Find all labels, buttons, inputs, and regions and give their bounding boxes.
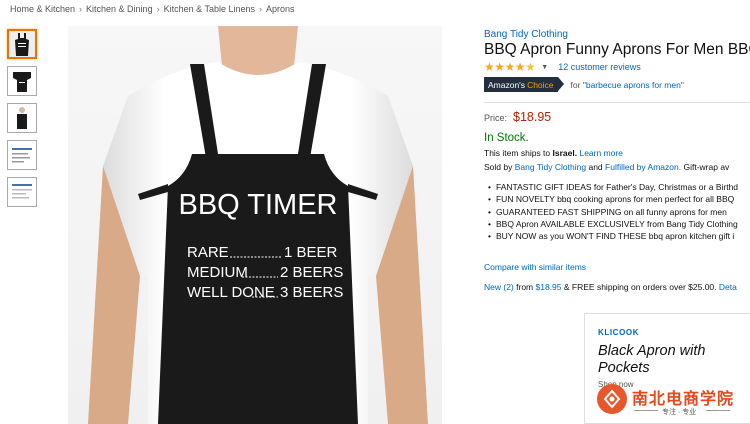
sold-by-text: Sold by Bang Tidy Clothing and Fulfilled… — [484, 162, 729, 172]
thumb-apron-model[interactable] — [7, 103, 37, 133]
ad-brand: KLICOOK — [598, 328, 640, 337]
apron-thumbnail-icon — [9, 179, 35, 205]
brand-link[interactable]: Bang Tidy Clothing — [484, 29, 568, 40]
apron-thumbnail-icon — [9, 31, 35, 57]
breadcrumb-separator: › — [258, 4, 262, 14]
ships-prefix: This item ships to — [484, 148, 551, 158]
offers-shipping: & FREE shipping on orders over $25.00. — [563, 282, 717, 292]
fulfilled-by-amazon-link[interactable]: Fulfilled by Amazon. — [605, 162, 681, 172]
apron-heading: BBQ TIMER — [179, 189, 338, 221]
watermark-rule — [634, 410, 658, 411]
apron-row-value: 2 BEERS — [280, 264, 343, 281]
thumb-apron-front[interactable] — [7, 29, 37, 59]
ships-country: Israel. — [552, 148, 578, 158]
breadcrumb-aprons[interactable]: Aprons — [266, 4, 295, 14]
apron-photo-illustration: BBQ TIMER RARE 1 BEER MEDIUM 2 BEERS WEL… — [68, 26, 442, 424]
half-star-icon: ★ — [525, 60, 536, 74]
gift-wrap-text: Gift-wrap av — [683, 162, 730, 172]
price-label: Price: — [484, 113, 508, 123]
price-row: Price: $18.95 — [484, 110, 551, 124]
breadcrumb: Home & Kitchen › Kitchen & Dining › Kitchen … — [10, 4, 295, 14]
thumb-apron-detail[interactable] — [7, 177, 37, 207]
watermark-logo-icon — [597, 384, 627, 414]
watermark-rule — [706, 410, 730, 411]
rating-row: ★★★★★ ▼ 12 customer reviews — [484, 60, 641, 74]
full-stars: ★★★★ — [484, 60, 526, 74]
product-details: Bang Tidy Clothing BBQ Apron Funny Apron… — [484, 0, 750, 424]
new-offers-link[interactable]: New (2) — [484, 282, 514, 292]
customer-reviews-link[interactable]: 12 customer reviews — [558, 62, 641, 72]
feature-bullet: FUN NOVELTY bbq cooking aprons for men p… — [488, 193, 738, 205]
feature-bullet: BBQ Apron AVAILABLE EXCLUSIVELY from Ban… — [488, 218, 738, 230]
divider — [484, 102, 750, 103]
apron-row-value: 1 BEER — [284, 244, 338, 261]
breadcrumb-separator: › — [79, 4, 83, 14]
product-title: BBQ Apron Funny Aprons For Men BBQ T — [484, 41, 750, 58]
choice-for-label: for — [570, 79, 581, 90]
watermark-subtext: 专注 · 专业 — [662, 409, 697, 416]
choice-badge-accent: Choice — [527, 79, 554, 90]
thumbnail-list — [7, 29, 37, 214]
apron-row-value: 3 BEERS — [280, 284, 343, 301]
stock-status: In Stock. — [484, 132, 529, 144]
apron-row-label: RARE — [187, 244, 229, 261]
learn-more-link[interactable]: Learn more — [579, 148, 622, 158]
amazons-choice-row: Amazon's Choice for "barbecue aprons for … — [484, 77, 684, 92]
breadcrumb-home-kitchen[interactable]: Home & Kitchen — [10, 4, 75, 14]
offers-details-link[interactable]: Deta — [719, 282, 737, 292]
watermark-text: 南北电商学院 — [632, 391, 735, 408]
choice-badge-label: Amazon's — [488, 79, 526, 90]
offers-from: from — [516, 282, 534, 292]
sold-and: and — [588, 162, 603, 172]
chevron-down-icon[interactable]: ▼ — [541, 64, 548, 71]
thumb-apron-flat[interactable] — [7, 66, 37, 96]
amazons-choice-badge: Amazon's Choice — [484, 77, 564, 92]
offers-text: New (2) from $18.95 & FREE shipping on o… — [484, 282, 737, 292]
apron-thumbnail-icon — [9, 105, 35, 131]
seller-link[interactable]: Bang Tidy Clothing — [515, 162, 586, 172]
main-product-image[interactable]: BBQ TIMER RARE 1 BEER MEDIUM 2 BEERS WEL… — [68, 26, 442, 424]
sold-prefix: Sold by — [484, 162, 513, 172]
star-rating-icon[interactable]: ★★★★★ — [484, 60, 536, 74]
feature-bullet: GUARANTEED FAST SHIPPING on all funny ap… — [488, 206, 738, 218]
thumb-apron-text[interactable] — [7, 140, 37, 170]
breadcrumb-separator: › — [156, 4, 160, 14]
ships-to-text: This item ships to Israel. Learn more — [484, 148, 623, 158]
apron-thumbnail-icon — [9, 142, 35, 168]
breadcrumb-kitchen-dining[interactable]: Kitchen & Dining — [86, 4, 153, 14]
price-value: $18.95 — [513, 110, 552, 124]
choice-query-link[interactable]: "barbecue aprons for men" — [583, 80, 684, 90]
apron-row-label: MEDIUM — [187, 264, 248, 281]
feature-bullets: FANTASTIC GIFT IDEAS for Father's Day, C… — [488, 181, 738, 242]
apron-thumbnail-icon — [9, 68, 35, 94]
feature-bullet: FANTASTIC GIFT IDEAS for Father's Day, C… — [488, 181, 738, 193]
watermark: 南北电商学院 专注 · 专业 — [594, 380, 750, 424]
feature-bullet: BUY NOW as you WON'T FIND THESE bbq apro… — [488, 230, 738, 242]
offers-price-link[interactable]: $18.95 — [536, 282, 562, 292]
choice-for-text: for "barbecue aprons for men" — [571, 80, 684, 90]
compare-similar-link[interactable]: Compare with similar items — [484, 262, 586, 272]
apron-row-label: WELL DONE — [187, 284, 275, 301]
ad-title[interactable]: Black Apron with Pockets — [598, 343, 748, 377]
breadcrumb-kitchen-table-linens[interactable]: Kitchen & Table Linens — [164, 4, 255, 14]
